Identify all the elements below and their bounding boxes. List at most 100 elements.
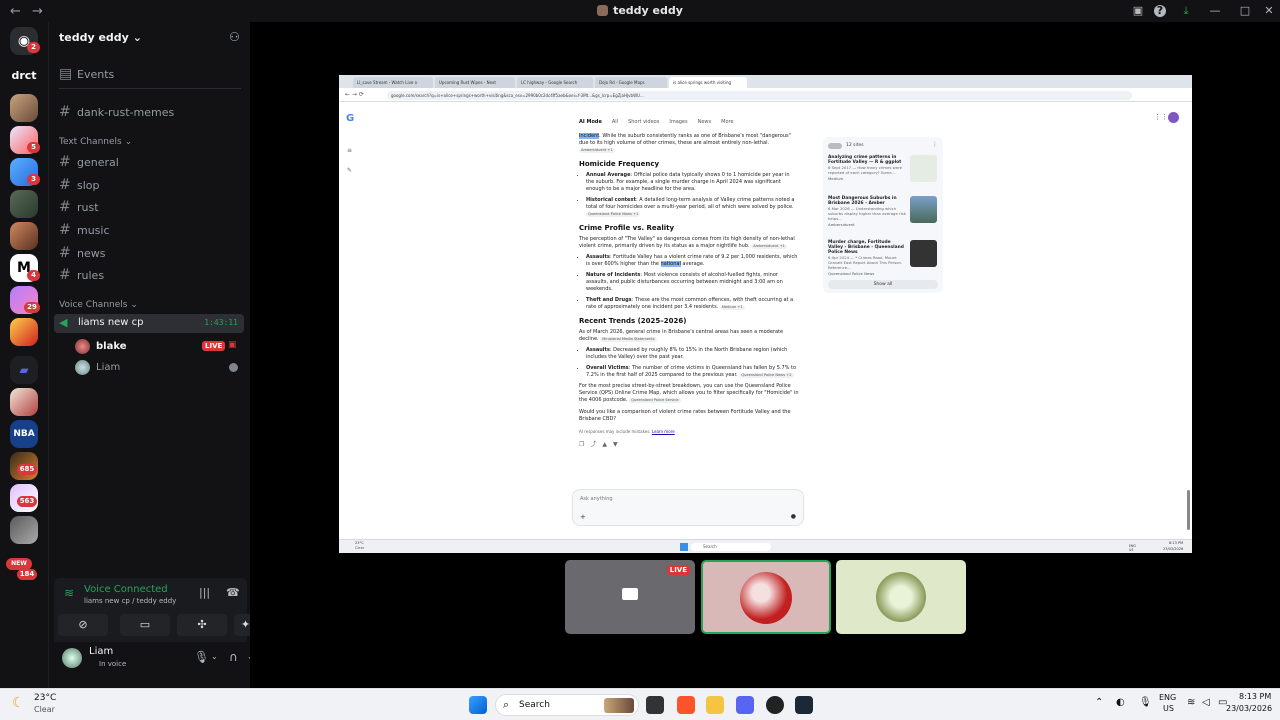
shared-screen[interactable]: LI_save Stream - Watch Live o Upcoming R… <box>339 75 1192 553</box>
discord-icon[interactable] <box>736 696 754 714</box>
source-chip[interactable]: Queensland Police Service <box>629 398 681 403</box>
server-icon[interactable] <box>10 318 38 346</box>
source-chip[interactable]: Ambersiduent +1 <box>579 148 615 153</box>
server-drct[interactable]: drct <box>10 62 38 90</box>
start-icon[interactable] <box>680 543 688 551</box>
server-nba[interactable]: NBA <box>10 420 38 448</box>
avatar[interactable] <box>62 648 82 668</box>
ask-anything-box[interactable]: Ask anything + ● <box>572 489 804 526</box>
windows-start-icon[interactable] <box>469 696 487 714</box>
taskbar-search[interactable]: ⌕ Search <box>495 694 639 716</box>
more-options-icon[interactable]: ⋮ <box>932 141 938 148</box>
voice-location[interactable]: liams new cp / teddy eddy <box>84 597 176 605</box>
participant-tile-liam[interactable] <box>836 560 966 634</box>
voice-user-blake[interactable]: blake <box>75 339 127 354</box>
chevron-down-icon[interactable]: ⌄ <box>211 652 218 661</box>
maximize-icon[interactable]: □ <box>1237 3 1253 19</box>
source-card[interactable]: Analyzing crime patterns in Fortitude Va… <box>828 155 940 187</box>
tab-short-videos[interactable]: Short videos <box>628 119 659 125</box>
history-icon[interactable]: ≡ <box>347 147 352 154</box>
server-name-button[interactable]: teddy eddy ⌄ <box>59 31 142 44</box>
minimize-icon[interactable]: — <box>1207 3 1223 19</box>
thumbs-down-icon[interactable]: ▼ <box>613 441 624 448</box>
screen-share-button[interactable]: ▭ <box>120 614 170 636</box>
browser-tab[interactable]: Dojo Rd - Google Maps <box>595 77 667 88</box>
server-icon[interactable] <box>10 190 38 218</box>
apps-grid-icon[interactable]: ⋮⋮ <box>1154 113 1168 121</box>
channel-music[interactable]: # music <box>59 222 110 238</box>
scrollbar[interactable] <box>1187 490 1190 530</box>
tab-all[interactable]: All <box>612 119 618 125</box>
clock-date[interactable]: 23/03/2026 <box>1226 704 1272 713</box>
microphone-icon[interactable]: 🎙︎ <box>194 650 209 664</box>
server-icon[interactable] <box>10 222 38 250</box>
add-member-icon[interactable]: ⚇ <box>229 30 240 44</box>
voice-channel-liams-new-cp[interactable]: ◀ liams new cp 1:43:11 <box>54 314 244 333</box>
text-channels-category[interactable]: Text Channels ⌄ <box>59 137 132 147</box>
source-chip[interactable]: Medium +1 <box>719 305 745 310</box>
folder-icon[interactable]: ▰ <box>10 356 38 384</box>
browser-tab-active[interactable]: is alice springs worth visiting <box>669 77 747 88</box>
tray-mic-icon[interactable]: 🎙︎ <box>1139 697 1152 708</box>
channel-general[interactable]: # general <box>59 154 119 170</box>
tab-news[interactable]: News <box>698 119 712 125</box>
google-logo-icon[interactable]: G <box>346 113 354 124</box>
tab-images[interactable]: Images <box>669 119 687 125</box>
activities-button[interactable]: ✣ <box>177 614 227 636</box>
obs-icon[interactable] <box>766 696 784 714</box>
language[interactable]: ENG <box>1159 693 1176 702</box>
channel-slop[interactable]: # slop <box>59 177 100 193</box>
inbox-icon[interactable]: ▣ <box>1130 3 1146 19</box>
disconnect-icon[interactable]: ☎ <box>226 586 240 599</box>
browser-tab[interactable]: Upcoming Rust Wipes - Next <box>435 77 515 88</box>
account-avatar[interactable] <box>1168 112 1179 123</box>
channel-rust[interactable]: # rust <box>59 199 99 215</box>
server-icon[interactable] <box>10 516 38 544</box>
camera-off-button[interactable]: ⊘ <box>58 614 108 636</box>
share-icon[interactable]: ⤴ <box>590 441 602 448</box>
help-icon[interactable]: ? <box>1154 5 1166 17</box>
browser-tab[interactable]: LC highway - Google Search <box>517 77 593 88</box>
mic-icon[interactable]: ● <box>791 513 796 520</box>
weather-moon-icon[interactable]: ☾ <box>12 695 25 711</box>
browser-tab[interactable]: LI_save Stream - Watch Live o <box>353 77 433 88</box>
participant-tile-blake[interactable] <box>701 560 831 634</box>
source-chip[interactable]: Queensland Police News +2 <box>739 373 794 378</box>
url-field[interactable]: google.com/search?q=is+alice+springs+wor… <box>387 91 1132 100</box>
source-card[interactable]: Most Dangerous Suburbs in Brisbane 2026 … <box>828 196 940 228</box>
tray-chevron-icon[interactable]: ⌃ <box>1095 697 1103 708</box>
search-box[interactable]: Search <box>691 543 771 551</box>
server-icon[interactable] <box>10 388 38 416</box>
edit-icon[interactable]: ✎ <box>347 167 352 174</box>
tab-more[interactable]: More <box>721 119 733 125</box>
close-icon[interactable]: ✕ <box>1261 3 1277 19</box>
clock-time[interactable]: 8:13 PM <box>1239 692 1271 701</box>
channel-dank-rust-memes[interactable]: # dank-rust-memes <box>59 104 174 120</box>
wifi-icon[interactable]: ≋ <box>1187 697 1195 708</box>
signal-icon[interactable]: ≋ <box>64 586 74 600</box>
brave-browser-icon[interactable] <box>677 696 695 714</box>
channel-news[interactable]: # news <box>59 245 105 261</box>
volume-icon[interactable]: ◁ <box>1202 697 1210 708</box>
noise-suppression-icon[interactable]: ||| <box>199 586 210 599</box>
channel-rules[interactable]: # rules <box>59 267 104 283</box>
tab-ai-mode[interactable]: AI Mode <box>579 119 602 125</box>
source-chip[interactable]: Queensland Police News +1 <box>586 212 641 217</box>
source-card[interactable]: Murder charge, Fortitude Valley - Brisba… <box>828 240 940 276</box>
plus-icon[interactable]: + <box>580 513 586 521</box>
download-update-icon[interactable]: ⤓ <box>1178 3 1194 19</box>
headphones-icon[interactable]: ∩ <box>229 650 238 664</box>
tray-app-icon[interactable]: ◐ <box>1116 697 1125 708</box>
thumbs-up-icon[interactable]: ▲ <box>602 441 613 448</box>
voice-channels-category[interactable]: Voice Channels ⌄ <box>59 300 138 310</box>
server-icon[interactable] <box>10 94 38 122</box>
steam-icon[interactable] <box>795 696 813 714</box>
voice-user-liam[interactable]: Liam <box>75 360 120 375</box>
source-chip[interactable]: Ambersiduent +1 <box>751 244 787 249</box>
copy-icon[interactable]: ❐ <box>579 441 590 448</box>
task-view-icon[interactable] <box>646 696 664 714</box>
nav-arrows-icon[interactable]: ← → ⟳ <box>345 91 364 98</box>
file-explorer-icon[interactable] <box>706 696 724 714</box>
learn-more-link[interactable]: Learn more <box>652 429 675 434</box>
stream-tile[interactable]: LIVE <box>565 560 695 634</box>
